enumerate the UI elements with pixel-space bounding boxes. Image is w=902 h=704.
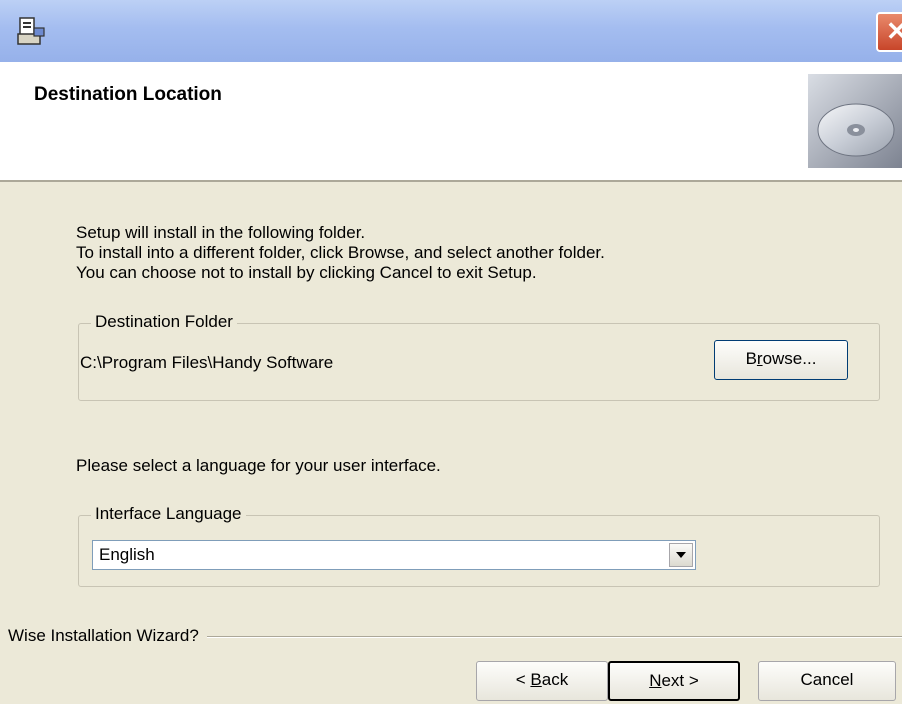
interface-language-label: Interface Language: [91, 504, 246, 524]
chevron-down-icon[interactable]: [669, 543, 693, 567]
intro-text: Setup will install in the following fold…: [76, 223, 605, 283]
next-button[interactable]: Next >: [608, 661, 740, 701]
cancel-button[interactable]: Cancel: [758, 661, 896, 701]
close-button[interactable]: ✕: [876, 12, 902, 52]
wizard-header: Destination Location: [0, 62, 902, 182]
destination-folder-label: Destination Folder: [91, 312, 237, 332]
language-selected-value: English: [99, 545, 155, 564]
language-prompt: Please select a language for your user i…: [76, 456, 441, 475]
intro-line: Setup will install in the following fold…: [76, 223, 366, 242]
wizard-brand-label: Wise Installation Wizard?: [8, 626, 207, 646]
cd-disc-icon: [808, 74, 902, 168]
back-button[interactable]: < Back: [476, 661, 608, 701]
title-bar: ✕: [0, 0, 902, 62]
close-icon: ✕: [886, 16, 902, 46]
browse-button[interactable]: Browse...: [714, 340, 848, 380]
destination-path: C:\Program Files\Handy Software: [80, 353, 334, 372]
page-title: Destination Location: [34, 84, 222, 105]
intro-line: To install into a different folder, clic…: [76, 243, 605, 262]
language-select[interactable]: English: [92, 540, 696, 570]
installer-icon: [17, 17, 45, 45]
intro-line: You can choose not to install by clickin…: [76, 263, 537, 282]
